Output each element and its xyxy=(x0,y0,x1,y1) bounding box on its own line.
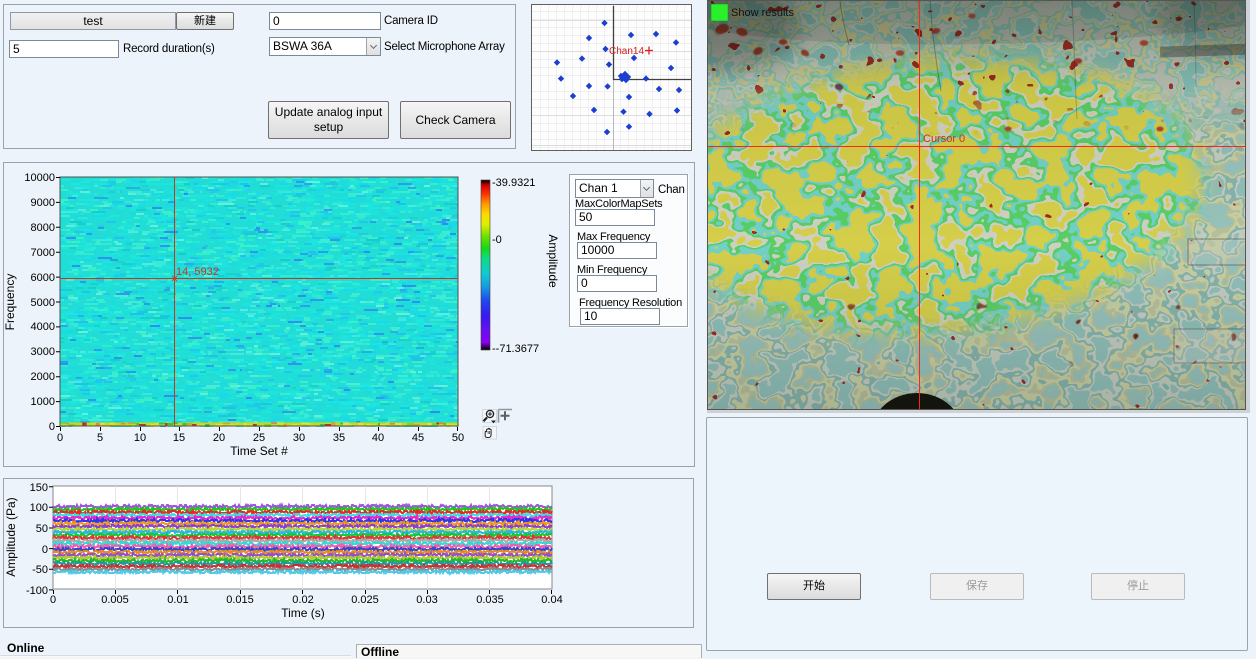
svg-text:1000: 1000 xyxy=(31,396,55,408)
svg-text:0: 0 xyxy=(49,421,55,433)
svg-text:0.015: 0.015 xyxy=(226,594,254,606)
svg-text:Cursor 0: Cursor 0 xyxy=(923,133,965,145)
svg-text:-100: -100 xyxy=(26,585,48,597)
svg-text:10: 10 xyxy=(134,432,146,444)
svg-text:Frequency: Frequency xyxy=(3,274,17,331)
svg-text:8000: 8000 xyxy=(31,222,55,234)
svg-text:0.03: 0.03 xyxy=(416,594,437,606)
svg-text:14, 5932: 14, 5932 xyxy=(176,266,219,278)
svg-text:Time (s): Time (s) xyxy=(281,606,325,620)
svg-text:15: 15 xyxy=(173,432,185,444)
svg-text:0.01: 0.01 xyxy=(167,594,188,606)
svg-text:150: 150 xyxy=(30,482,48,494)
svg-text:0.005: 0.005 xyxy=(101,594,129,606)
svg-text:50: 50 xyxy=(36,523,48,535)
svg-text:2000: 2000 xyxy=(31,371,55,383)
svg-text:0.035: 0.035 xyxy=(476,594,504,606)
svg-text:10000: 10000 xyxy=(24,172,55,184)
svg-text:100: 100 xyxy=(30,502,48,514)
svg-text:35: 35 xyxy=(333,432,345,444)
svg-text:0: 0 xyxy=(42,544,48,556)
svg-text:7000: 7000 xyxy=(31,247,55,259)
svg-text:9000: 9000 xyxy=(31,197,55,209)
svg-text:-0: -0 xyxy=(492,234,502,246)
svg-text:20: 20 xyxy=(213,432,225,444)
svg-text:6000: 6000 xyxy=(31,272,55,284)
svg-text:Chan14: Chan14 xyxy=(609,46,644,57)
svg-text:Amplitude (Pa): Amplitude (Pa) xyxy=(4,497,18,576)
svg-text:5: 5 xyxy=(97,432,103,444)
svg-text:0.025: 0.025 xyxy=(351,594,379,606)
svg-text:0: 0 xyxy=(57,432,63,444)
svg-text:0.04: 0.04 xyxy=(541,594,562,606)
svg-text:40: 40 xyxy=(372,432,384,444)
svg-text:0: 0 xyxy=(50,594,56,606)
svg-text:Show results: Show results xyxy=(731,7,794,19)
svg-text:50: 50 xyxy=(452,432,464,444)
svg-text:Time Set #: Time Set # xyxy=(230,444,288,458)
svg-text:30: 30 xyxy=(293,432,305,444)
svg-text:Amplitude: Amplitude xyxy=(546,234,560,288)
svg-text:4000: 4000 xyxy=(31,321,55,333)
svg-text:25: 25 xyxy=(253,432,265,444)
svg-text:--71.3677: --71.3677 xyxy=(492,343,539,355)
svg-text:5000: 5000 xyxy=(31,297,55,309)
svg-text:45: 45 xyxy=(412,432,424,444)
svg-text:3000: 3000 xyxy=(31,346,55,358)
svg-text:-39.9321: -39.9321 xyxy=(492,177,535,189)
svg-text:-50: -50 xyxy=(32,564,48,576)
svg-text:0.02: 0.02 xyxy=(292,594,313,606)
